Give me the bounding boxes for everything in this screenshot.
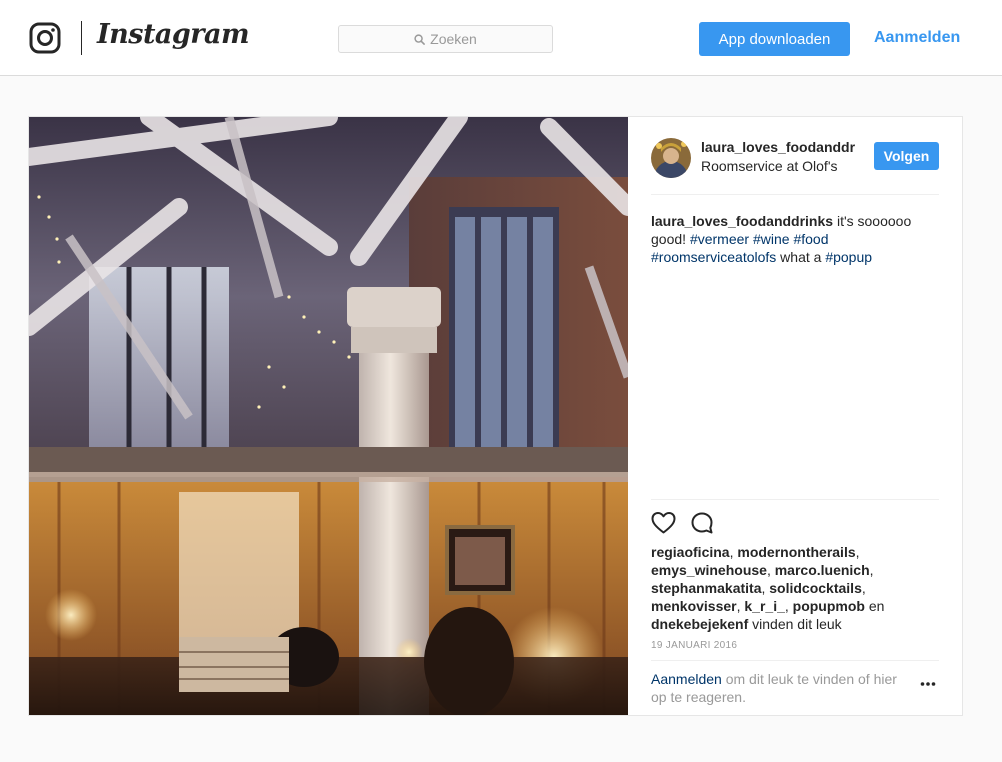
post-actions xyxy=(651,511,714,535)
more-options-icon[interactable] xyxy=(920,681,936,687)
header-divider xyxy=(651,194,939,195)
hashtag-link[interactable]: #popup xyxy=(825,249,872,265)
hashtag-link[interactable]: #food xyxy=(793,231,828,247)
login-link[interactable]: Aanmelden xyxy=(874,29,960,47)
likes-and-word: en xyxy=(868,598,885,614)
post-username[interactable]: laura_loves_foodanddr xyxy=(701,139,855,155)
likes-suffix: vinden dit leuk xyxy=(752,616,842,632)
instagram-camera-icon[interactable] xyxy=(29,22,61,54)
comment-prompt: Aanmelden om dit leuk te vinden of hier … xyxy=(651,670,911,706)
instagram-wordmark[interactable]: Instagram xyxy=(97,19,250,50)
search-icon xyxy=(414,34,426,45)
app-download-button[interactable]: App downloaden xyxy=(699,22,850,56)
liker-username[interactable]: regiaoficina xyxy=(651,544,730,560)
top-navigation-bar: Instagram Zoeken App downloaden Aanmelde… xyxy=(0,0,1002,76)
search-placeholder: Zoeken xyxy=(430,31,477,47)
post-location[interactable]: Roomservice at Olof's xyxy=(701,158,838,174)
liker-username[interactable]: dnekebejekenf xyxy=(651,616,748,632)
comment-login-link[interactable]: Aanmelden xyxy=(651,671,722,687)
comment-divider xyxy=(651,660,939,661)
search-input[interactable]: Zoeken xyxy=(338,25,553,53)
caption-text: what a xyxy=(780,249,822,265)
liker-username[interactable]: popupmob xyxy=(793,598,865,614)
liker-username[interactable]: marco.luenich xyxy=(775,562,870,578)
liker-username[interactable]: solidcocktails xyxy=(769,580,862,596)
avatar[interactable] xyxy=(651,138,691,178)
hashtag-link[interactable]: #wine xyxy=(753,231,790,247)
post-card: laura_loves_foodanddr Roomservice at Olo… xyxy=(28,116,963,716)
liker-username[interactable]: modernontherails xyxy=(737,544,855,560)
liker-username[interactable]: menkovisser xyxy=(651,598,737,614)
liker-username[interactable]: emys_winehouse xyxy=(651,562,767,578)
restaurant-interior-image xyxy=(29,117,628,715)
liker-username[interactable]: k_r_i_ xyxy=(744,598,784,614)
actions-divider xyxy=(651,499,939,500)
hashtag-link[interactable]: #roomserviceatolofs xyxy=(651,249,776,265)
likes-summary: regiaoficina, modernontherails, emys_win… xyxy=(651,544,885,632)
liker-username[interactable]: stephanmakatita xyxy=(651,580,761,596)
caption-username[interactable]: laura_loves_foodanddrinks xyxy=(651,213,833,229)
heart-icon[interactable] xyxy=(651,511,676,535)
avatar-image xyxy=(651,138,691,178)
post-sidebar: laura_loves_foodanddr Roomservice at Olo… xyxy=(628,117,962,715)
logo-divider xyxy=(81,21,82,55)
hashtag-link[interactable]: #vermeer xyxy=(690,231,749,247)
comment-bubble-icon[interactable] xyxy=(690,511,714,535)
follow-button[interactable]: Volgen xyxy=(874,142,939,170)
post-date[interactable]: 19 JANUARI 2016 xyxy=(651,640,737,651)
post-photo[interactable] xyxy=(29,117,628,715)
post-caption: laura_loves_foodanddrinks it's soooooo g… xyxy=(651,212,931,266)
